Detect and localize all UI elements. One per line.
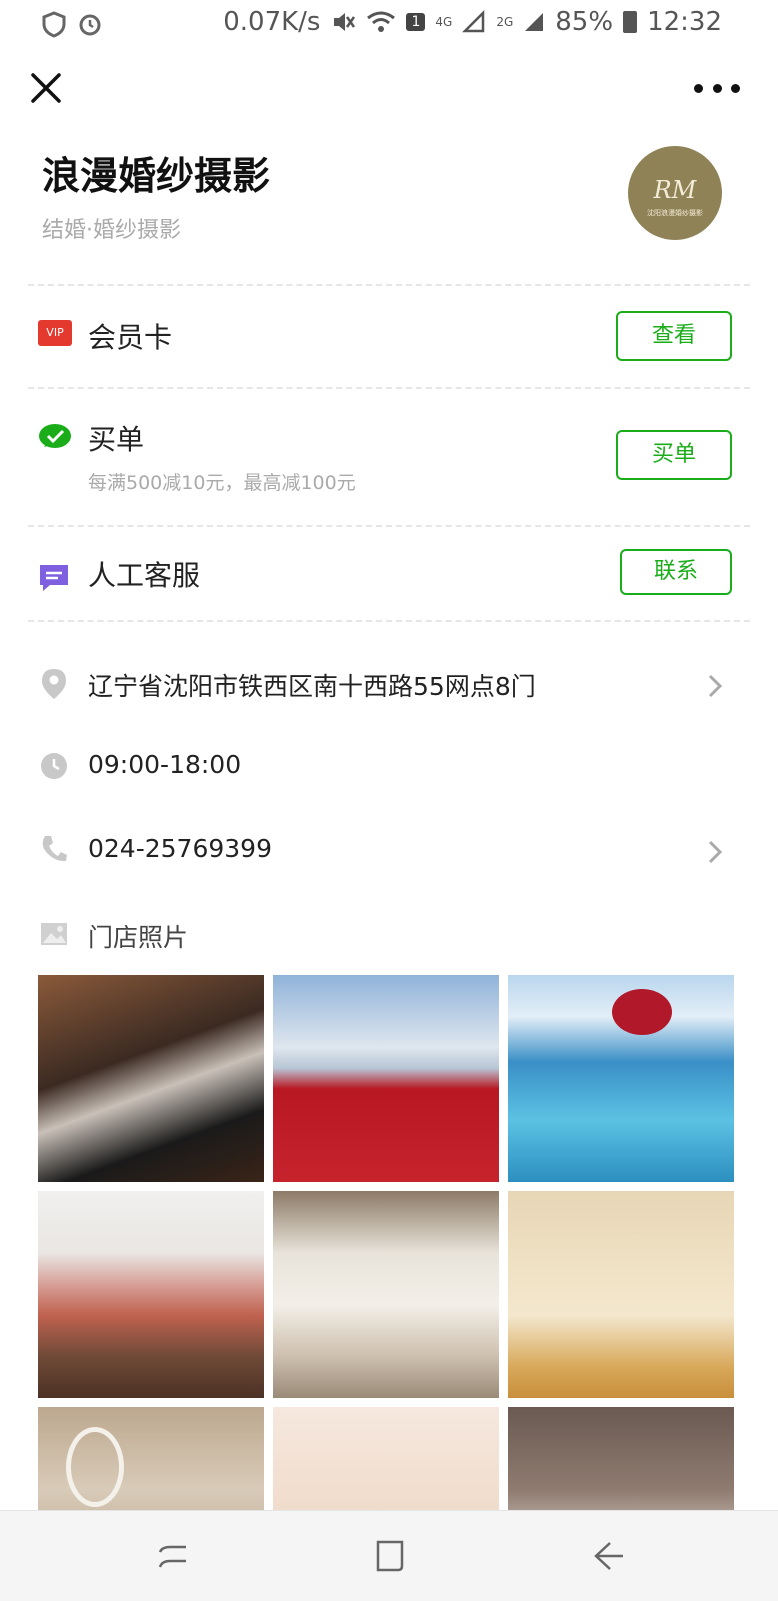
pay-discount-note: 每满500减10元，最高减100元: [88, 472, 356, 494]
more-dot-icon: [712, 83, 722, 93]
battery-percent: 85%: [555, 7, 614, 37]
more-button[interactable]: [694, 78, 740, 98]
logo-subtext: 沈阳浪漫婚纱摄影: [647, 209, 703, 217]
chevron-right-icon: [708, 674, 722, 698]
close-button[interactable]: [28, 70, 64, 106]
chat-icon: [38, 563, 70, 597]
divider: [28, 620, 750, 622]
signal-icon: [462, 10, 485, 33]
clock: 12:32: [647, 7, 722, 37]
battery-icon: [623, 11, 638, 33]
net-4g-label: 4G: [435, 15, 453, 29]
divider: [28, 284, 750, 286]
net-2g-label: 2G: [496, 15, 514, 29]
customer-service-label: 人工客服: [88, 559, 201, 592]
logo-text: RM: [653, 176, 697, 204]
network-speed: 0.07K/s: [223, 7, 321, 37]
recent-apps-icon[interactable]: [156, 1539, 190, 1573]
status-bar: 0.07K/s 1 4G 2G 85% 12:32: [0, 0, 778, 48]
signal-icon-2: [525, 13, 544, 31]
shield-icon: [42, 10, 66, 38]
store-photo[interactable]: [38, 1407, 264, 1510]
phone-icon: [42, 836, 67, 862]
status-icons-right: 0.07K/s 1 4G 2G 85% 12:32: [223, 7, 722, 37]
close-icon: [31, 73, 61, 103]
store-category: 结婚·婚纱摄影: [42, 218, 181, 243]
alarm-icon: [79, 14, 101, 35]
address-text: 辽宁省沈阳市铁西区南十西路55网点8门: [88, 672, 536, 701]
location-pin-icon: [42, 669, 66, 699]
sim-badge: 1: [406, 13, 426, 31]
wechat-pay-icon: [38, 423, 72, 455]
more-dot-icon: [731, 83, 740, 93]
store-photo[interactable]: [508, 975, 734, 1182]
home-icon[interactable]: [372, 1539, 406, 1573]
photo-grid: [38, 975, 734, 1510]
store-photo[interactable]: [508, 1191, 734, 1398]
store-photo[interactable]: [273, 1191, 499, 1398]
store-photo[interactable]: [273, 1407, 499, 1510]
membership-label: 会员卡: [88, 321, 173, 354]
pay-label: 买单: [88, 423, 145, 456]
system-navigation-bar: [0, 1510, 778, 1601]
clock-icon: [41, 753, 67, 779]
vip-icon: VIP: [38, 320, 72, 346]
status-icons-left: [40, 8, 104, 38]
chevron-right-icon: [708, 840, 722, 864]
view-membership-button[interactable]: 查看: [616, 311, 732, 361]
contact-button[interactable]: 联系: [620, 549, 732, 595]
business-hours: 09:00-18:00: [88, 750, 242, 779]
divider: [28, 525, 750, 527]
wifi-icon: [367, 11, 396, 32]
mute-icon: [334, 13, 356, 31]
store-photo[interactable]: [38, 975, 264, 1182]
store-photo[interactable]: [508, 1407, 734, 1510]
store-photo[interactable]: [273, 975, 499, 1182]
back-icon[interactable]: [592, 1539, 626, 1573]
more-dot-icon: [694, 83, 703, 93]
image-icon: [41, 923, 67, 945]
store-photo[interactable]: [38, 1191, 264, 1398]
store-logo: RM 沈阳浪漫婚纱摄影: [628, 146, 722, 240]
page-title: 浪漫婚纱摄影: [42, 154, 271, 198]
phone-number: 024-25769399: [88, 834, 272, 863]
pay-button[interactable]: 买单: [616, 430, 732, 480]
store-photos-title: 门店照片: [88, 923, 189, 952]
divider: [28, 387, 750, 389]
